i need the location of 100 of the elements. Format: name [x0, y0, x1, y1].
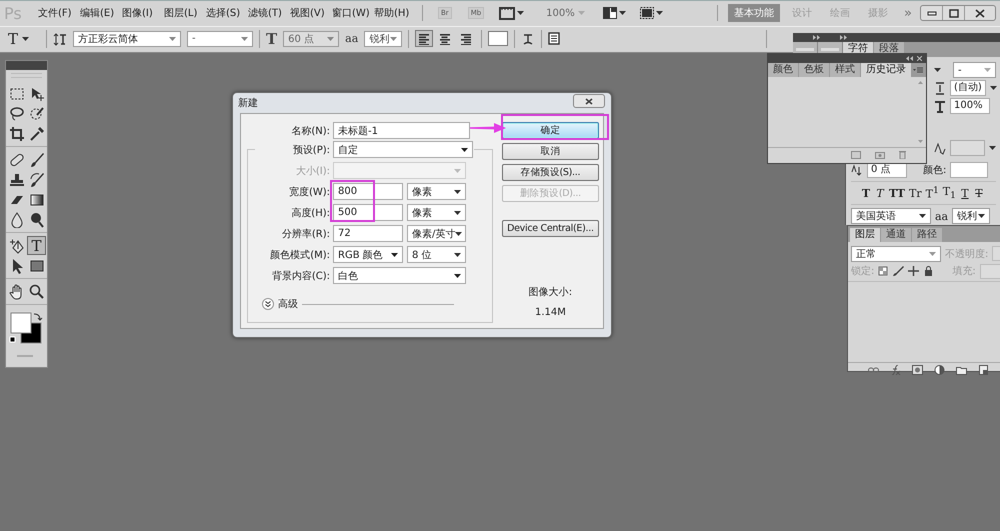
antialias-symbol: aa — [345, 32, 358, 45]
blend-mode-dropdown[interactable]: 正常 — [851, 246, 941, 262]
panels-button[interactable] — [548, 32, 560, 45]
input-field[interactable]: 500 — [333, 204, 403, 221]
font-family-dropdown[interactable]: 方正彩云简体 — [73, 30, 181, 46]
tool-button[interactable] — [27, 282, 46, 301]
film-frame-icon — [499, 6, 516, 20]
antialias-symbol: aa — [935, 210, 948, 223]
caret-icon — [454, 168, 461, 172]
dodge-icon — [28, 212, 44, 228]
font-style-dropdown[interactable]: - — [953, 62, 996, 78]
lasso-icon — [8, 106, 24, 122]
unit-dropdown[interactable]: 像素/英寸 — [407, 225, 466, 242]
dropdown[interactable]: 自定 — [333, 141, 473, 158]
font-size-dropdown[interactable]: 60 点 — [283, 30, 340, 46]
close-panel-button[interactable] — [917, 56, 922, 61]
dialog-button[interactable]: Device Central(E)... — [502, 220, 599, 237]
text-style-button[interactable]: T — [875, 186, 885, 200]
leading-dropdown-button[interactable] — [990, 86, 997, 90]
menu-item[interactable]: 窗口(W) — [332, 6, 372, 20]
dropdown[interactable]: 白色 — [333, 267, 466, 284]
text-style-button[interactable]: T$_{1}$ — [942, 185, 956, 202]
collapse-arrows-icon — [840, 35, 847, 40]
menu-item[interactable]: 选择(S) — [206, 6, 246, 20]
orientation-button[interactable] — [53, 32, 67, 46]
brush-icon — [28, 152, 44, 168]
link-layers-button[interactable] — [868, 364, 879, 374]
unit-dropdown[interactable]: 像素 — [407, 204, 466, 221]
highlight-box — [330, 180, 375, 222]
dialog-button[interactable]: 取消 — [502, 143, 599, 160]
antialias-dropdown[interactable]: 锐利 — [952, 208, 990, 224]
menu-item[interactable]: 图层(L) — [164, 6, 204, 20]
align-button[interactable] — [415, 30, 434, 47]
checkered-square-icon — [878, 266, 890, 276]
tool-button[interactable] — [7, 124, 26, 143]
text-style-button[interactable]: T — [974, 186, 984, 200]
input-field[interactable]: 未标题-1 — [333, 122, 470, 139]
text-color-swatch[interactable] — [488, 31, 508, 46]
panel-tab[interactable]: 历史记录 — [861, 63, 912, 77]
menu-item[interactable]: 编辑(E) — [80, 6, 120, 20]
caret-icon — [169, 36, 176, 40]
crop-icon — [8, 126, 24, 142]
maximize-icon — [948, 8, 958, 18]
stamp-icon — [8, 172, 24, 188]
text-style-button[interactable]: Tr — [908, 186, 922, 200]
new-layer-button[interactable] — [978, 364, 989, 374]
menu-item[interactable]: 文件(F) — [38, 6, 78, 20]
text-style-button[interactable]: T — [960, 186, 970, 200]
input-field[interactable]: 800 — [333, 183, 403, 200]
zoom-icon — [28, 284, 44, 300]
leading-field[interactable]: (自动) — [950, 80, 986, 96]
hand-icon — [8, 284, 24, 300]
caret-icon — [461, 148, 468, 152]
menu-item[interactable]: 帮助(H) — [374, 6, 414, 20]
font-style-dropdown[interactable]: - — [187, 30, 253, 46]
screen-button[interactable] — [640, 7, 663, 19]
panel-menu-button[interactable] — [913, 67, 923, 73]
unit-dropdown[interactable]: 像素 — [407, 183, 466, 200]
caret-icon — [578, 11, 585, 15]
panel-tab[interactable]: 颜色 — [768, 63, 799, 77]
adjustment-layer-button[interactable] — [934, 364, 945, 374]
caret-icon — [454, 274, 461, 278]
opacity-field[interactable] — [992, 246, 1000, 261]
layer-style-button[interactable] — [890, 364, 901, 374]
vertical-scale-field[interactable]: 100% — [950, 98, 990, 114]
text-style-button[interactable]: T$^{1}$ — [926, 185, 939, 201]
menu-item[interactable]: 滤镜(T) — [248, 6, 288, 20]
new-group-button[interactable] — [956, 364, 967, 374]
input-field[interactable]: 72 — [333, 225, 403, 242]
layer-mask-button[interactable] — [912, 364, 923, 374]
panel-tab[interactable]: 色板 — [799, 63, 830, 77]
text-style-button[interactable]: TT — [889, 186, 905, 200]
dialog-button[interactable]: 确定 — [502, 122, 599, 139]
caret-icon — [656, 11, 663, 15]
caret-icon — [517, 11, 524, 15]
zoom-dropdown[interactable]: 100% — [546, 8, 585, 18]
toolbox-header — [6, 61, 47, 70]
panel-tab[interactable]: 图层 — [850, 228, 881, 242]
panel-tab[interactable]: 通道 — [881, 228, 912, 242]
close-button[interactable] — [573, 94, 605, 108]
panel-tab[interactable]: 路径 — [912, 228, 943, 242]
tracking-dropdown-button[interactable] — [989, 146, 996, 150]
menu-item[interactable]: 视图(V) — [290, 6, 330, 20]
text-color-swatch[interactable] — [950, 162, 988, 178]
antialias-dropdown[interactable]: 锐利 — [364, 30, 402, 46]
text-style-button[interactable]: T — [861, 186, 871, 200]
fill-field[interactable] — [980, 264, 1000, 278]
tracking-field[interactable] — [950, 140, 985, 156]
caret-icon — [978, 214, 986, 218]
screen-mode-button[interactable] — [499, 6, 524, 20]
language-dropdown[interactable]: 美国英语 — [851, 208, 931, 224]
expand-button[interactable] — [262, 298, 274, 310]
arrange-button[interactable] — [602, 7, 626, 19]
menu-item[interactable]: 图像(I) — [122, 6, 162, 20]
tool-button[interactable]: T — [27, 236, 46, 255]
panel-tab[interactable]: 样式 — [830, 63, 861, 77]
type-tool-button[interactable]: T — [8, 30, 40, 48]
dropdown[interactable]: RGB 颜色 — [333, 246, 403, 263]
dialog-button[interactable]: 存储预设(S)... — [502, 164, 599, 181]
unit-dropdown[interactable]: 8 位 — [407, 246, 466, 263]
